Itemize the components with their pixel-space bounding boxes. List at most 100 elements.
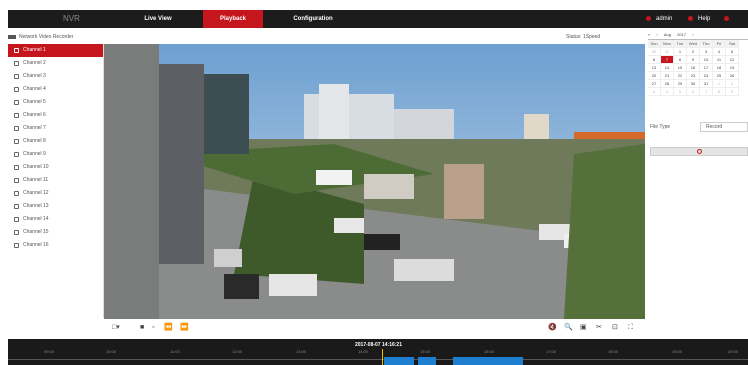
calendar-day[interactable]: 27 [648,80,661,88]
calendar-day[interactable]: 10 [700,56,713,64]
calendar-day[interactable]: 1 [713,80,726,88]
timeline-cursor[interactable] [382,349,383,365]
calendar-day[interactable]: 22 [674,72,687,80]
channel-item[interactable]: Channel 9 [8,148,103,161]
calendar-day[interactable]: 12 [726,56,739,64]
calendar-day[interactable]: 2 [726,80,739,88]
window-layout-icon[interactable]: □▾ [112,323,120,332]
calendar-day-selected[interactable]: 7 [661,56,674,64]
logout-link[interactable]: Logout [724,10,748,40]
calendar-day[interactable]: 19 [726,64,739,72]
calendar-day[interactable]: 14 [661,64,674,72]
channel-item[interactable]: Channel 1 [8,44,103,57]
channel-item[interactable]: Channel 2 [8,57,103,70]
calendar-day[interactable]: 5 [674,88,687,96]
channel-item[interactable]: Channel 16 [8,239,103,252]
tab-playback[interactable]: Playback [203,10,263,28]
playback-video[interactable] [104,44,645,319]
fullscreen-icon[interactable]: ⛶ [628,323,633,332]
calendar-day[interactable]: 9 [687,56,700,64]
channel-item[interactable]: Channel 14 [8,213,103,226]
calendar-day[interactable]: 4 [713,48,726,56]
calendar-day[interactable]: 26 [726,72,739,80]
calendar-day[interactable]: 17 [700,64,713,72]
tab-live-view[interactable]: Live View [128,10,188,28]
download-icon[interactable]: ⊡ [612,323,618,332]
calendar-day[interactable]: 4 [661,88,674,96]
calendar-day[interactable]: 16 [687,64,700,72]
channel-item[interactable]: Channel 6 [8,109,103,122]
next-month-button[interactable]: › [692,30,693,39]
timeline-tick: 17:00 [546,349,557,354]
search-button[interactable] [650,147,748,156]
calendar-day[interactable]: 30 [687,80,700,88]
slow-icon[interactable]: ⏪ [164,323,173,332]
stop-icon[interactable]: ■ [140,323,144,332]
user-menu[interactable]: admin [646,10,672,28]
pause-icon[interactable]: ▫ [152,323,154,332]
channel-item[interactable]: Channel 8 [8,135,103,148]
calendar-day[interactable]: 21 [661,72,674,80]
channel-item[interactable]: Channel 11 [8,174,103,187]
record-segment[interactable] [418,357,436,365]
calendar-day[interactable]: 9 [726,88,739,96]
calendar-day[interactable]: 28 [661,80,674,88]
snapshot-icon[interactable]: ▣ [580,323,587,332]
prev-month-button[interactable]: ‹ [656,30,657,39]
calendar-day[interactable]: 13 [648,64,661,72]
mute-icon[interactable]: 🔇 [548,323,557,332]
calendar-day[interactable]: 6 [687,88,700,96]
channel-list: Channel 1 Channel 2 Channel 3 Channel 4 … [8,44,104,318]
channel-item[interactable]: Channel 15 [8,226,103,239]
timeline-tick: 18:00 [608,349,619,354]
calendar-day[interactable]: 18 [713,64,726,72]
channel-item[interactable]: Channel 13 [8,200,103,213]
calendar-day[interactable]: 3 [700,48,713,56]
calendar-day[interactable]: 24 [700,72,713,80]
camera-icon [14,191,19,196]
playback-toolbar: □▾ ■ ▫ ⏪ ⏩ 🔇 🔍 ▣ ✂ ⊡ ⛶ [104,321,645,334]
calendar-day[interactable]: 5 [726,48,739,56]
camera-icon [14,152,19,157]
calendar-day[interactable]: 6 [648,56,661,64]
calendar-day[interactable]: 3 [648,88,661,96]
calendar-year: 2017 [677,32,686,37]
channel-item[interactable]: Channel 5 [8,96,103,109]
tab-configuration[interactable]: Configuration [278,10,348,28]
zoom-icon[interactable]: 🔍 [564,323,573,332]
timeline-tick: 13:00 [296,349,307,354]
file-type-select[interactable]: Record [700,122,748,132]
calendar-day[interactable]: 1 [674,48,687,56]
help-link[interactable]: Help [688,10,710,28]
channel-item[interactable]: Channel 7 [8,122,103,135]
calendar-day[interactable]: 8 [713,88,726,96]
record-segment[interactable] [453,357,523,365]
prev-year-button[interactable]: « [648,30,650,39]
calendar-day[interactable]: 20 [648,72,661,80]
fast-icon[interactable]: ⏩ [180,323,189,332]
camera-icon [14,126,19,131]
calendar-day[interactable]: 11 [713,56,726,64]
channel-item[interactable]: Channel 3 [8,70,103,83]
calendar-day[interactable]: 23 [687,72,700,80]
channel-item[interactable]: Channel 12 [8,187,103,200]
calendar-day[interactable]: 29 [674,80,687,88]
calendar-day[interactable]: 7 [700,88,713,96]
timeline-tick: 12:00 [232,349,243,354]
calendar-day[interactable]: 15 [674,64,687,72]
device-title: Network Video Recorder [8,33,73,42]
channel-item[interactable]: Channel 10 [8,161,103,174]
camera-icon [14,230,19,235]
calendar-day[interactable]: 8 [674,56,687,64]
calendar-day[interactable]: 31 [700,80,713,88]
calendar-day[interactable]: 30 [648,48,661,56]
calendar-day[interactable]: 25 [713,72,726,80]
playback-timeline[interactable]: 2017-08-07 14:16:21 09:00 10:00 11:00 12… [8,339,748,365]
calendar-day[interactable]: 2 [687,48,700,56]
record-segment[interactable] [384,357,414,365]
current-time: 2017-08-07 14:16:21 [355,342,402,348]
calendar-month: Aug [663,32,671,37]
channel-item[interactable]: Channel 4 [8,83,103,96]
clip-icon[interactable]: ✂ [596,323,602,332]
calendar-day[interactable]: 31 [661,48,674,56]
